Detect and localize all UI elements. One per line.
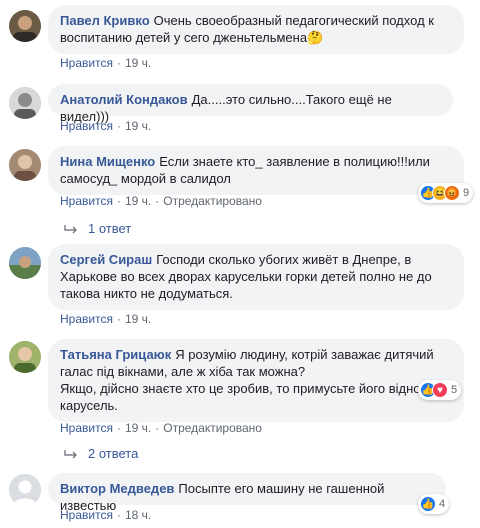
reactions-summary[interactable]: 👍 😆 😡 9 (418, 183, 474, 203)
timestamp[interactable]: 19 ч. (125, 421, 151, 435)
reactions-summary[interactable]: 👍 4 (418, 494, 450, 514)
comment-author[interactable]: Виктор Медведев (60, 481, 174, 496)
like-link[interactable]: Нравится (60, 312, 113, 326)
edited-label[interactable]: Отредактировано (163, 421, 262, 435)
timestamp[interactable]: 19 ч. (125, 312, 151, 326)
like-link[interactable]: Нравится (60, 119, 113, 133)
comment-bubble: Татьяна Грицаюк Я розумію людину, котрій … (48, 339, 464, 422)
like-link[interactable]: Нравится (60, 508, 113, 522)
comment-actions: Нравится · 18 ч. (60, 508, 152, 522)
comment-author[interactable]: Павел Кривко (60, 13, 150, 28)
comment-author[interactable]: Сергей Сираш (60, 252, 152, 267)
angry-reaction-icon: 😡 (444, 185, 460, 201)
comment-actions: Нравится · 19 ч. · Отредактировано (60, 421, 262, 435)
comment-bubble: Павел Кривко Очень своеобразный педагогич… (48, 5, 464, 54)
avatar[interactable] (9, 474, 41, 506)
timestamp[interactable]: 19 ч. (125, 119, 151, 133)
comment-text-continued: Якщо, дійсно знаєте хто це зробив, то пр… (60, 381, 448, 413)
reply-arrow-icon (64, 449, 77, 458)
comment-bubble: Нина Мищенко Если знаете кто_ заявление в… (48, 146, 464, 195)
comment-actions: Нравится · 19 ч. (60, 312, 152, 326)
comment-actions: Нравится · 19 ч. (60, 56, 152, 70)
like-link[interactable]: Нравится (60, 421, 113, 435)
comment-actions: Нравится · 19 ч. · Отредактировано (60, 194, 262, 208)
comment-bubble: Анатолий Кондаков Да.....это сильно....Та… (48, 84, 453, 124)
like-link[interactable]: Нравится (60, 56, 113, 70)
comment-bubble: Виктор Медведев Посыпте его машину не гаш… (48, 473, 446, 513)
avatar[interactable] (9, 149, 41, 181)
avatar[interactable] (9, 87, 41, 119)
avatar[interactable] (9, 247, 41, 279)
reactions-count: 4 (439, 498, 446, 510)
view-replies-link[interactable]: 1 ответ (64, 221, 131, 236)
timestamp[interactable]: 19 ч. (125, 56, 151, 70)
replies-count[interactable]: 2 ответа (88, 446, 138, 461)
love-reaction-icon: ♥ (432, 382, 448, 398)
reactions-summary[interactable]: 👍 ♥ 5 (418, 380, 462, 400)
reply-arrow-icon (64, 224, 77, 233)
avatar[interactable] (9, 10, 41, 42)
like-reaction-icon: 👍 (420, 496, 436, 512)
comment-author[interactable]: Анатолий Кондаков (60, 92, 188, 107)
comment-author[interactable]: Татьяна Грицаюк (60, 347, 171, 362)
comment-bubble: Сергей Сираш Господи сколько убогих живёт… (48, 244, 464, 310)
edited-label[interactable]: Отредактировано (163, 194, 262, 208)
timestamp[interactable]: 19 ч. (125, 194, 151, 208)
comment-actions: Нравится · 19 ч. (60, 119, 152, 133)
replies-count[interactable]: 1 ответ (88, 221, 131, 236)
comment-author[interactable]: Нина Мищенко (60, 154, 155, 169)
avatar[interactable] (9, 341, 41, 373)
view-replies-link[interactable]: 2 ответа (64, 446, 138, 461)
timestamp[interactable]: 18 ч. (125, 508, 151, 522)
reactions-count: 5 (451, 384, 458, 396)
like-link[interactable]: Нравится (60, 194, 113, 208)
reactions-count: 9 (463, 187, 470, 199)
